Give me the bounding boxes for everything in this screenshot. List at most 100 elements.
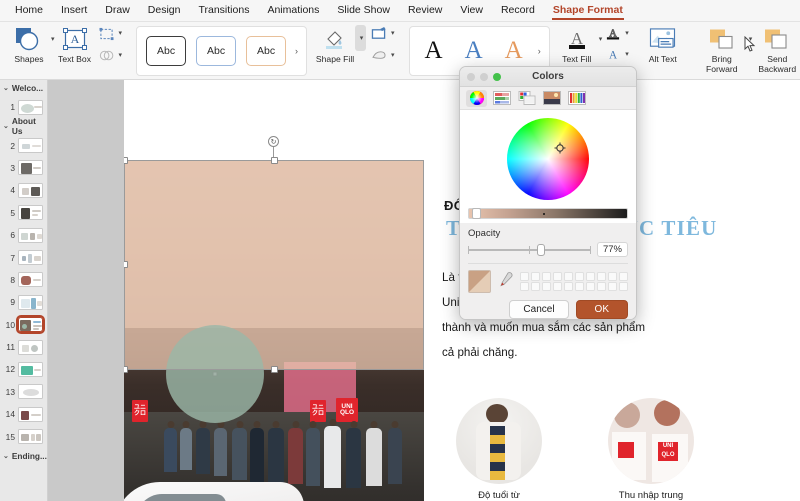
wordart-style-2[interactable]: A (465, 37, 483, 65)
section-header-welcome[interactable]: ⌄ Welco... (0, 80, 47, 96)
shape-styles-gallery[interactable]: Abc Abc Abc › (136, 26, 307, 76)
tab-animations[interactable]: Animations (258, 2, 328, 19)
text-box-button[interactable]: A Text Box (55, 25, 95, 65)
opacity-slider[interactable] (468, 249, 591, 251)
thumbnail-row[interactable]: 1 (0, 96, 47, 118)
merge-shapes-caret[interactable]: ▾ (119, 52, 123, 59)
opacity-value[interactable]: 77% (597, 242, 628, 257)
tab-insert[interactable]: Insert (52, 2, 96, 19)
selection-handle-s[interactable] (271, 366, 278, 373)
tab-home[interactable]: Home (6, 2, 52, 19)
saved-swatches-grid[interactable] (520, 272, 628, 292)
selection-handle-nw[interactable] (124, 157, 128, 164)
send-backward-button[interactable]: Send Backward (752, 25, 800, 74)
selection-handle-sw[interactable] (124, 366, 128, 373)
swatch-cell[interactable] (608, 282, 617, 291)
slide-thumbnail[interactable] (18, 205, 43, 220)
slide-canvas-area[interactable]: ユニクロ ユニクロ UNI QLO (48, 80, 800, 501)
edit-shape-row[interactable]: ▾ (97, 25, 123, 42)
tab-record[interactable]: Record (492, 2, 544, 19)
swatch-cell[interactable] (564, 272, 573, 281)
alt-text-button[interactable]: Alt Text (643, 25, 683, 65)
swatch-cell[interactable] (542, 282, 551, 291)
ok-button[interactable]: OK (576, 300, 628, 319)
thumbnail-row[interactable]: 14 (0, 403, 47, 425)
slide-thumbnail-sidebar[interactable]: ⌄ Welco... 1 ⌄ About Us 2 3 4 5 (0, 80, 48, 501)
eyedropper-icon[interactable] (496, 271, 514, 293)
swatch-cell[interactable] (597, 272, 606, 281)
swatch-cell[interactable] (553, 272, 562, 281)
wordart-more-chevron-icon[interactable]: › (534, 46, 545, 56)
slide-thumbnail[interactable] (18, 340, 43, 355)
thumbnail-row[interactable]: 3 (0, 157, 47, 179)
section-header-ending[interactable]: ⌄ Ending... (0, 448, 47, 464)
shape-outline-row[interactable]: ▾ (369, 25, 395, 42)
slide-thumbnail[interactable] (18, 407, 43, 422)
shape-fill-dropdown[interactable]: ▾ (355, 25, 366, 51)
swatch-cell[interactable] (619, 272, 628, 281)
text-effects-row[interactable]: A ▾ (603, 46, 629, 63)
color-sliders-tool-icon[interactable] (491, 90, 512, 107)
slide-thumbnail[interactable] (18, 362, 43, 377)
slide-circle-photo-2[interactable]: UNIQLO (608, 398, 694, 484)
thumbnail-row[interactable]: 4 (0, 179, 47, 201)
tab-design[interactable]: Design (139, 2, 190, 19)
cancel-button[interactable]: Cancel (509, 300, 568, 319)
swatch-cell[interactable] (531, 282, 540, 291)
colors-dialog-titlebar[interactable]: Colors (460, 67, 636, 87)
swatch-cell[interactable] (564, 282, 573, 291)
thumbnail-row[interactable]: 9 (0, 291, 47, 313)
wordart-style-1[interactable]: A (425, 37, 443, 65)
color-palettes-tool-icon[interactable] (516, 90, 537, 107)
swatch-cell[interactable] (586, 282, 595, 291)
slide-thumbnail-selected[interactable] (18, 317, 43, 332)
shape-style-1[interactable]: Abc (146, 36, 186, 66)
section-header-about-us[interactable]: ⌄ About Us (0, 118, 47, 134)
swatch-cell[interactable] (553, 282, 562, 291)
tab-shape-format[interactable]: Shape Format (544, 2, 632, 19)
thumbnail-row[interactable]: 7 (0, 246, 47, 268)
color-wheel-panel[interactable] (460, 110, 636, 223)
slide-thumbnail[interactable] (18, 272, 43, 287)
swatch-cell[interactable] (520, 272, 529, 281)
thumbnail-row[interactable]: 5 (0, 202, 47, 224)
circle-center-handle[interactable] (213, 372, 218, 377)
wordart-style-3[interactable]: A (505, 37, 523, 65)
tab-draw[interactable]: Draw (96, 2, 139, 19)
shape-effects-row[interactable]: ▾ (369, 47, 395, 64)
shape-style-3[interactable]: Abc (246, 36, 286, 66)
shape-effects-caret[interactable]: ▾ (391, 52, 395, 59)
swatch-cell[interactable] (575, 272, 584, 281)
thumbnail-row[interactable]: 2 (0, 134, 47, 156)
text-fill-button[interactable]: A Text Fill (557, 25, 597, 65)
slide-thumbnail[interactable] (18, 429, 43, 444)
color-wheel-tool-icon[interactable] (466, 90, 487, 107)
slide-thumbnail[interactable] (18, 138, 43, 153)
rotation-handle[interactable]: ↻ (268, 136, 279, 147)
slide-thumbnail[interactable] (18, 228, 43, 243)
tab-view[interactable]: View (451, 2, 492, 19)
swatch-cell[interactable] (520, 282, 529, 291)
thumbnail-row[interactable]: 6 (0, 224, 47, 246)
brightness-slider[interactable] (468, 208, 628, 219)
swatch-cell[interactable] (542, 272, 551, 281)
shape-outline-caret[interactable]: ▾ (391, 30, 395, 37)
swatch-cell[interactable] (619, 282, 628, 291)
shape-fill-button[interactable]: Shape Fill (315, 25, 355, 65)
slide-thumbnail[interactable] (18, 183, 43, 198)
image-palettes-tool-icon[interactable] (541, 90, 562, 107)
selection-handle-w[interactable] (124, 261, 128, 268)
swatch-cell[interactable] (608, 272, 617, 281)
pencils-tool-icon[interactable] (566, 90, 587, 107)
thumbnail-row[interactable]: 8 (0, 269, 47, 291)
selection-handle-n[interactable] (271, 157, 278, 164)
slide-circle-photo-1[interactable] (456, 398, 542, 484)
swatch-cell[interactable] (531, 272, 540, 281)
slide-thumbnail[interactable] (18, 295, 43, 310)
tab-transitions[interactable]: Transitions (189, 2, 258, 19)
opacity-slider-knob[interactable] (537, 244, 545, 256)
slide-thumbnail[interactable] (18, 250, 43, 265)
bring-forward-button[interactable]: Bring Forward (697, 25, 747, 74)
tab-review[interactable]: Review (399, 2, 451, 19)
text-outline-caret[interactable]: ▾ (625, 30, 629, 37)
